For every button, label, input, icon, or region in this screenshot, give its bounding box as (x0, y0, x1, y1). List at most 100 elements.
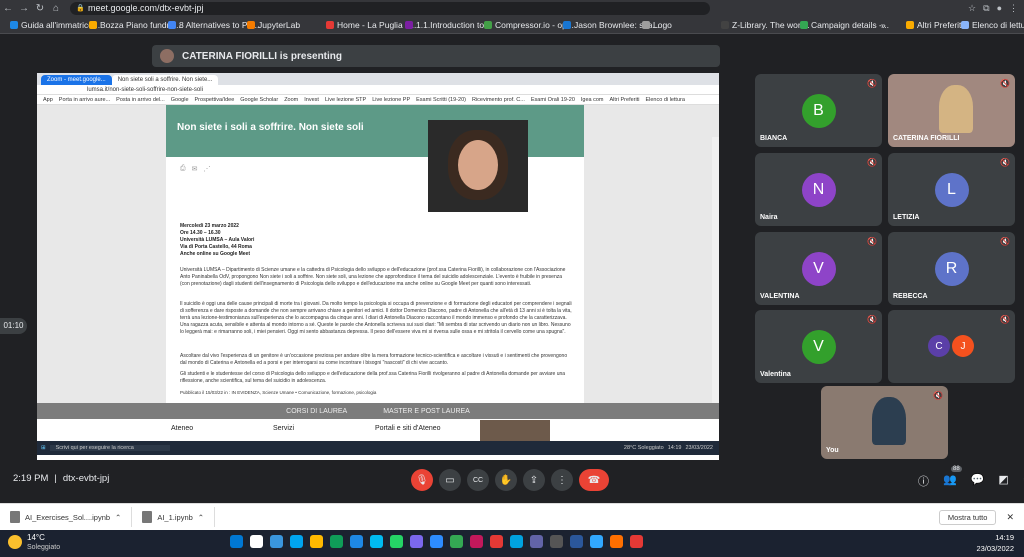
reading-list[interactable]: Elenco di lettura (955, 20, 1024, 30)
participant-name: Naira (760, 214, 778, 221)
participant-count: 88 (951, 466, 962, 472)
weather-temp[interactable]: 14°C (27, 533, 45, 542)
illustrator-icon[interactable] (610, 535, 623, 548)
info-icon[interactable]: ⓘ (918, 473, 929, 489)
outlook-icon[interactable] (570, 535, 583, 548)
shared-bookmark: Esami Orali 19-20 (530, 97, 575, 103)
bookmark-item[interactable]: Campaign details -... (794, 20, 895, 30)
powerpoint-icon[interactable] (630, 535, 643, 548)
chrome-icon[interactable] (450, 535, 463, 548)
star-icon[interactable]: ☆ (968, 3, 976, 14)
participant-tile[interactable]: L LETIZIA 🔇 (888, 153, 1015, 226)
participant-tile[interactable]: B BIANCA 🔇 (755, 74, 882, 147)
more-options-button[interactable]: ⋮ (551, 469, 573, 491)
lumsa-webpage: Non siete i soli a soffrire. Non siete s… (37, 105, 719, 455)
chat-icon[interactable]: 💬 (971, 473, 985, 489)
menu-icon[interactable]: ⋮ (1009, 3, 1018, 14)
mic-muted-icon: 🔇 (867, 237, 877, 246)
url-text: meet.google.com/dtx-evbt-jpj (88, 3, 204, 13)
photoshop-icon[interactable] (590, 535, 603, 548)
article-paragraph-2: Il suicidio è oggi una delle cause princ… (180, 301, 572, 335)
start-icon[interactable] (230, 535, 243, 548)
bookmark-favicon (484, 21, 492, 29)
side-timer[interactable]: 01:10 (0, 318, 27, 334)
activities-icon[interactable]: ◩ (998, 473, 1008, 489)
chevron-up-icon[interactable]: ⌃ (115, 513, 121, 522)
clock-time[interactable]: 14:19 (995, 533, 1014, 542)
footer-ateneo: Ateneo (171, 425, 194, 432)
word-icon[interactable] (530, 535, 543, 548)
address-bar[interactable]: 🔒 meet.google.com/dtx-evbt-jpj (70, 2, 710, 15)
captions-button[interactable]: CC (467, 469, 489, 491)
captions-icon: CC (472, 476, 484, 484)
shared-bookmark: App (43, 97, 53, 103)
participant-avatar: V (801, 251, 836, 286)
reload-icon[interactable]: ↻ (32, 3, 48, 14)
downloads-bar: AI_Exercises_Sol....ipynb ⌃ AI_1.ipynb ⌃… (0, 503, 1024, 530)
participant-tile[interactable]: V VALENTINA 🔇 (755, 232, 882, 305)
participant-avatar: L (934, 172, 969, 207)
weather-icon (8, 535, 22, 549)
mic-toggle-button[interactable]: 🎙 (411, 469, 433, 491)
teams-icon[interactable] (470, 535, 483, 548)
camera-toggle-button[interactable]: ▭ (439, 469, 461, 491)
participant-tile[interactable]: CATERINA FIORILLI 🔇 (888, 74, 1015, 147)
shared-url: lumsa.it/non-siete-soli-soffrire-non-sie… (37, 85, 719, 95)
clock-date[interactable]: 23/03/2022 (976, 544, 1014, 553)
people-icon[interactable]: 👥 88 (943, 466, 962, 489)
show-all-button[interactable]: Mostra tutto (938, 509, 997, 525)
participant-tile[interactable]: You 🔇 (821, 386, 948, 459)
event-line: Ore 14.30 – 16.30 (180, 230, 221, 236)
widgets-icon[interactable] (270, 535, 283, 548)
participant-name: Valentina (760, 371, 791, 378)
shared-tab-2: Non siete soli a soffrire. Non siete... (111, 75, 219, 85)
participant-avatar: B (801, 93, 836, 128)
bookmark-item[interactable]: Logo (636, 20, 678, 30)
download-item[interactable]: AI_1.ipynb ⌃ (132, 507, 216, 527)
chat-icon[interactable] (290, 535, 303, 548)
shared-bookmark: Prospettiva/Idee (194, 97, 235, 103)
download-name: AI_1.ipynb (157, 512, 193, 522)
zoom-icon[interactable] (430, 535, 443, 548)
terminal-icon[interactable] (550, 535, 563, 548)
search-icon[interactable] (250, 535, 263, 548)
home-icon[interactable]: ⌂ (48, 3, 64, 14)
leave-call-button[interactable]: ☎ (579, 469, 609, 491)
participant-video (871, 396, 906, 445)
extensions-icon[interactable]: ⧉ (983, 3, 989, 14)
meeting-info: 2:19 PM | dtx-evbt-jpj (13, 473, 110, 484)
shared-bookmark: Google Scholar (240, 97, 279, 103)
profile-icon[interactable]: ● (997, 3, 1002, 14)
participant-avatar: V (801, 329, 836, 364)
participant-avatar: J (952, 335, 974, 357)
camera-icon: ▭ (445, 474, 455, 486)
acrobat-icon[interactable] (490, 535, 503, 548)
messenger-icon[interactable] (410, 535, 423, 548)
print-icon: ⎙ (180, 165, 186, 172)
raise-hand-button[interactable]: ✋ (495, 469, 517, 491)
participant-tile[interactable]: R REBECCA 🔇 (888, 232, 1015, 305)
back-icon[interactable]: ← (0, 3, 16, 14)
present-button[interactable]: ⇪ (523, 469, 545, 491)
article-paragraph-1: Università LUMSA – Dipartimento di Scien… (180, 267, 566, 287)
bookmark-item[interactable]: JupyterLab (241, 20, 306, 30)
participant-tile[interactable]: N Naira 🔇 (755, 153, 882, 226)
file-icon (10, 511, 20, 523)
footer-portali: Portali e siti d'Ateneo (375, 425, 441, 432)
skype-icon[interactable] (510, 535, 523, 548)
present-icon: ⇪ (529, 474, 539, 486)
shared-bookmark: Elenco di lettura (645, 97, 685, 103)
chevron-up-icon[interactable]: ⌃ (198, 513, 204, 522)
files-icon[interactable] (310, 535, 323, 548)
outlook-icon[interactable] (370, 535, 383, 548)
participant-tile[interactable]: C J 🔇 (888, 310, 1015, 383)
mic-muted-icon: 🔇 (1000, 237, 1010, 246)
whatsapp-icon[interactable] (390, 535, 403, 548)
forward-icon[interactable]: → (16, 3, 32, 14)
edge-icon[interactable] (350, 535, 363, 548)
download-item[interactable]: AI_Exercises_Sol....ipynb ⌃ (0, 507, 133, 527)
article-photo (428, 120, 528, 212)
participant-tile[interactable]: V Valentina 🔇 (755, 310, 882, 383)
spotify-icon[interactable] (330, 535, 343, 548)
close-icon[interactable]: ✕ (996, 512, 1024, 523)
